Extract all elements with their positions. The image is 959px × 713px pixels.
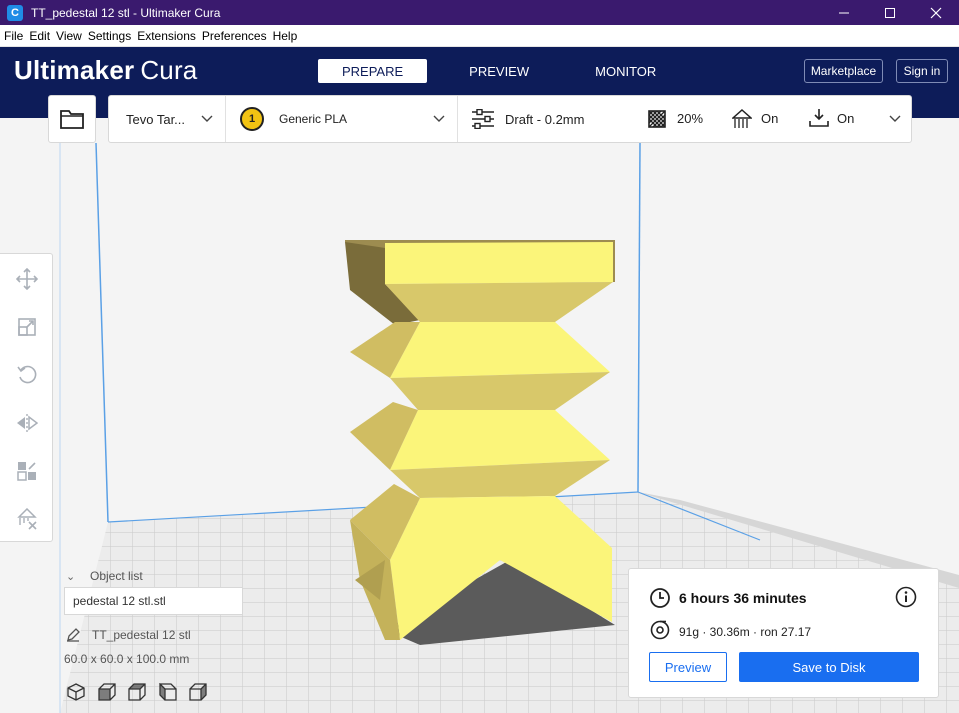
menu-edit[interactable]: Edit xyxy=(26,29,53,43)
window-titlebar: C TT_pedestal 12 stl - Ultimaker Cura xyxy=(0,0,959,25)
job-name-field[interactable]: pedestal 12 stl.stl xyxy=(64,587,243,615)
camera-view-buttons xyxy=(66,682,219,702)
pencil-icon[interactable] xyxy=(66,628,80,642)
print-setup-bar: Tevo Tar... 1 Generic PLA Draft - 0.2mm … xyxy=(108,95,912,143)
tool-panel xyxy=(0,253,53,542)
chevron-down-icon xyxy=(889,115,901,122)
scale-icon xyxy=(17,317,36,336)
cube-left-icon xyxy=(158,683,177,701)
menu-bar: File Edit View Settings Extensions Prefe… xyxy=(0,25,959,47)
ultimaker-cura-logo: Ultimaker Cura xyxy=(14,55,197,86)
chevron-down-icon xyxy=(201,115,213,122)
cube-front-icon xyxy=(97,683,116,701)
printer-selector[interactable]: Tevo Tar... xyxy=(109,96,225,142)
minimize-icon xyxy=(839,12,849,13)
view-3d-button[interactable] xyxy=(66,682,86,702)
support-blocker-tool[interactable] xyxy=(13,505,40,532)
cube-3d-icon xyxy=(67,683,85,701)
support-value: On xyxy=(761,111,779,126)
cura-app-icon: C xyxy=(7,4,23,21)
maximize-icon xyxy=(885,7,895,18)
view-front-button[interactable] xyxy=(97,682,117,702)
view-left-button[interactable] xyxy=(158,682,178,702)
move-icon xyxy=(15,267,38,290)
profile-name: Draft - 0.2mm xyxy=(505,111,585,127)
folder-icon xyxy=(60,110,84,129)
sign-in-button[interactable]: Sign in xyxy=(896,59,948,83)
minimize-button[interactable] xyxy=(821,0,867,25)
object-list-title[interactable]: Object list xyxy=(90,569,143,583)
mirror-tool[interactable] xyxy=(13,409,40,436)
menu-file[interactable]: File xyxy=(1,29,26,43)
collapse-chevron-icon[interactable]: ⌄ xyxy=(66,570,75,583)
scale-tool[interactable] xyxy=(13,313,40,340)
adhesion-value: On xyxy=(837,111,855,126)
open-file-button[interactable] xyxy=(48,95,96,143)
print-settings-selector[interactable]: Draft - 0.2mm 20% On On xyxy=(458,96,912,142)
clock-icon xyxy=(650,588,670,608)
material-selector[interactable]: 1 Generic PLA xyxy=(226,96,457,142)
menu-settings[interactable]: Settings xyxy=(85,29,134,43)
move-tool[interactable] xyxy=(13,265,40,292)
tab-prepare[interactable]: PREPARE xyxy=(318,59,428,83)
info-icon[interactable] xyxy=(895,586,917,608)
object-name: TT_pedestal 12 stl xyxy=(92,628,191,642)
print-time: 6 hours 36 minutes xyxy=(679,590,807,606)
close-button[interactable] xyxy=(913,0,959,25)
view-right-button[interactable] xyxy=(188,682,208,702)
maximize-button[interactable] xyxy=(867,0,913,25)
tab-preview[interactable]: PREVIEW xyxy=(445,59,553,83)
infill-value: 20% xyxy=(677,111,704,126)
per-model-settings-tool[interactable] xyxy=(13,457,40,484)
menu-extensions[interactable]: Extensions xyxy=(134,29,199,43)
print-summary-panel: 6 hours 36 minutes 91g · 30.36m · ron 27… xyxy=(628,568,939,698)
stage-tabs: PREPARE PREVIEW MONITOR xyxy=(318,59,698,83)
support-icon xyxy=(732,109,752,128)
logo-brand: Ultimaker xyxy=(14,55,135,85)
logo-product: Cura xyxy=(140,55,198,85)
object-dimensions: 60.0 x 60.0 x 100.0 mm xyxy=(64,652,190,666)
extruder-icon: 1 xyxy=(240,107,264,131)
per-model-settings-icon xyxy=(16,461,36,481)
sliders-icon xyxy=(472,109,494,129)
save-to-disk-button[interactable]: Save to Disk xyxy=(739,652,919,682)
chevron-down-icon xyxy=(433,115,445,122)
close-icon xyxy=(930,7,942,18)
adhesion-icon xyxy=(809,109,829,127)
material-usage: 91g · 30.36m · ron 27.17 xyxy=(679,625,812,639)
cube-top-icon xyxy=(128,683,146,701)
menu-help[interactable]: Help xyxy=(270,29,301,43)
marketplace-button[interactable]: Marketplace xyxy=(804,59,883,83)
tab-monitor[interactable]: MONITOR xyxy=(571,59,680,83)
support-blocker-icon xyxy=(16,507,37,530)
rotate-tool[interactable] xyxy=(13,360,40,387)
preview-button[interactable]: Preview xyxy=(649,652,727,682)
material-name: Generic PLA xyxy=(279,112,348,126)
rotate-icon xyxy=(16,365,36,383)
printer-name: Tevo Tar... xyxy=(126,111,186,127)
menu-view[interactable]: View xyxy=(53,29,85,43)
infill-icon xyxy=(648,110,666,128)
menu-preferences[interactable]: Preferences xyxy=(199,29,270,43)
view-top-button[interactable] xyxy=(127,682,147,702)
window-title: TT_pedestal 12 stl - Ultimaker Cura xyxy=(31,5,221,20)
filament-spool-icon xyxy=(650,620,670,640)
mirror-icon xyxy=(16,413,38,432)
cube-right-icon xyxy=(189,683,207,701)
